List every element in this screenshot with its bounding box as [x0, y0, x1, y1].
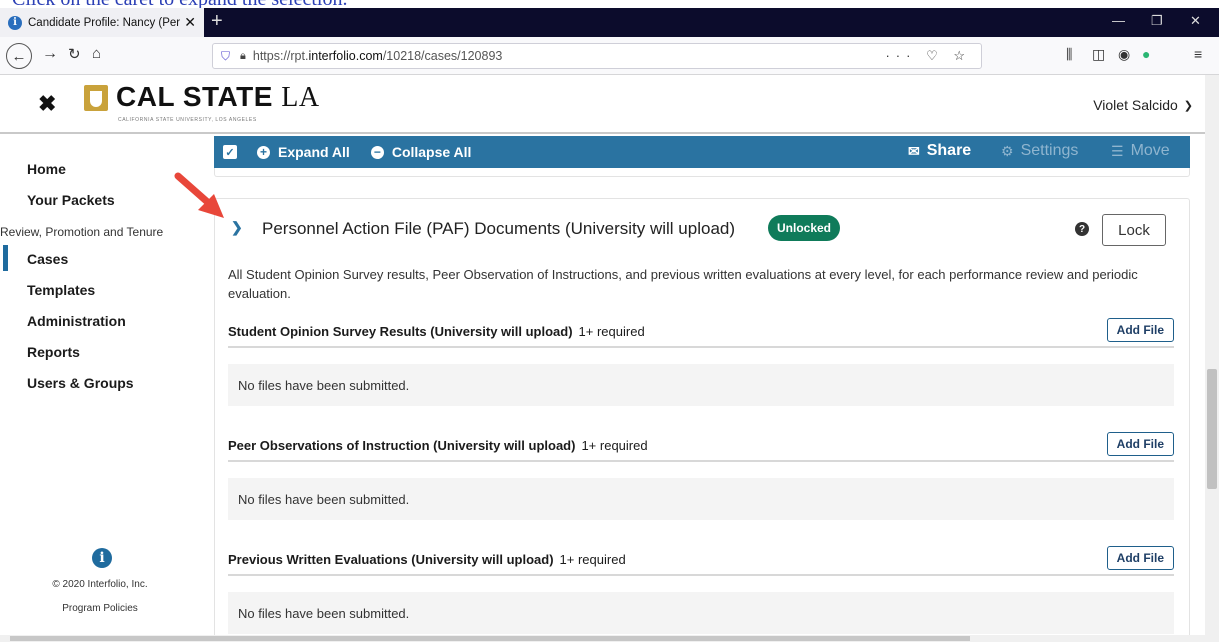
vertical-scrollbar[interactable]: [1205, 75, 1219, 642]
extension-icon[interactable]: ●: [1142, 46, 1150, 62]
previous-card-edge: [214, 168, 1190, 177]
add-file-button[interactable]: Add File: [1106, 318, 1174, 342]
plus-circle-icon: +: [257, 145, 270, 159]
subsection-title: Student Opinion Survey Results (Universi…: [228, 324, 645, 339]
gears-icon: ⚙: [1001, 142, 1014, 159]
share-label: Share: [926, 142, 972, 159]
lock-button[interactable]: Lock: [1102, 214, 1166, 246]
collapse-all-label: Collapse All: [391, 144, 472, 160]
logo-subtitle: CALIFORNIA STATE UNIVERSITY, LOS ANGELES: [118, 117, 257, 123]
move-button[interactable]: ☰ Move: [1111, 142, 1170, 160]
chevron-down-icon: ❯: [1183, 99, 1193, 112]
empty-files-message: No files have been submitted.: [228, 592, 1174, 634]
logo-name: CAL STATE LA: [116, 81, 320, 113]
horizontal-scroll-thumb[interactable]: [10, 636, 970, 641]
caption-text: Click on the caret to expand the selecti…: [12, 0, 347, 8]
user-name: Violet Salcido: [1093, 97, 1178, 113]
select-all-checkbox[interactable]: ✓: [223, 145, 237, 159]
sidebar-item-reports[interactable]: Reports: [27, 344, 80, 360]
sidebar-item-administration[interactable]: Administration: [27, 313, 126, 329]
program-policies-link[interactable]: Program Policies: [0, 603, 200, 614]
subsection-header-student-opinion: Student Opinion Survey Results (Universi…: [228, 318, 1174, 348]
home-icon[interactable]: ⌂: [92, 45, 101, 62]
browser-tab[interactable]: i Candidate Profile: Nancy (Perfo ✕: [0, 8, 204, 37]
case-toolbar: ✓ + Expand All − Collapse All ✉ Share ⚙ …: [214, 136, 1190, 168]
subsection-title: Previous Written Evaluations (University…: [228, 552, 626, 567]
add-file-button[interactable]: Add File: [1106, 546, 1174, 570]
empty-files-message: No files have been submitted.: [228, 364, 1174, 406]
help-icon[interactable]: ?: [1075, 222, 1089, 236]
restore-icon[interactable]: ❐: [1151, 13, 1163, 29]
active-indicator: [3, 245, 8, 271]
mail-icon: ✉: [908, 142, 920, 159]
share-button[interactable]: ✉ Share: [908, 142, 971, 160]
copyright-text: © 2020 Interfolio, Inc.: [52, 579, 148, 590]
browser-nav-bar: ← → ↻ ⌂ ⛉ 🔒︎ https://rpt.interfolio.com/…: [0, 37, 1219, 75]
vertical-scroll-thumb[interactable]: [1207, 369, 1217, 489]
settings-label: Settings: [1020, 142, 1079, 159]
close-tab-icon[interactable]: ✕: [184, 14, 196, 31]
collapse-all-button[interactable]: − Collapse All: [370, 144, 472, 160]
back-icon[interactable]: ←: [6, 43, 32, 69]
account-icon[interactable]: ◉: [1118, 46, 1130, 63]
browser-tab-bar: i Candidate Profile: Nancy (Perfo ✕ + — …: [0, 8, 1219, 37]
section-title: Personnel Action File (PAF) Documents (U…: [262, 219, 736, 238]
screen: Click on the caret to expand the selecti…: [0, 0, 1219, 642]
expand-all-button[interactable]: + Expand All: [257, 144, 350, 160]
minus-circle-icon: −: [370, 145, 384, 159]
sidebar-item-templates[interactable]: Templates: [27, 282, 95, 298]
sidebar-item-users-groups[interactable]: Users & Groups: [27, 375, 134, 391]
close-icon[interactable]: ✖: [38, 91, 56, 117]
sidebar-item-cases[interactable]: Cases: [27, 251, 68, 267]
page-actions[interactable]: ··· ♡ ☆: [885, 48, 971, 64]
sidebar-icon[interactable]: ◫: [1092, 46, 1105, 63]
status-badge: Unlocked: [768, 215, 841, 241]
list-icon: ☰: [1111, 142, 1124, 159]
section-description: All Student Opinion Survey results, Peer…: [228, 267, 1138, 301]
info-icon[interactable]: i: [92, 548, 112, 568]
library-icon[interactable]: ⫼: [1066, 46, 1072, 63]
shield-icon[interactable]: ⛉: [221, 49, 230, 64]
forward-icon[interactable]: →: [42, 45, 58, 63]
close-window-icon[interactable]: ✕: [1190, 13, 1201, 29]
empty-files-message: No files have been submitted.: [228, 478, 1174, 520]
tab-title: Candidate Profile: Nancy (Perfo: [28, 16, 181, 29]
info-icon: i: [8, 15, 22, 30]
logo-emblem-icon: [84, 85, 108, 111]
subsection-header-peer-observations: Peer Observations of Instruction (Univer…: [228, 432, 1174, 462]
url-bar[interactable]: ⛉ 🔒︎ https://rpt.interfolio.com/10218/ca…: [212, 43, 982, 69]
horizontal-scrollbar[interactable]: [0, 635, 1205, 642]
settings-button[interactable]: ⚙ Settings: [1001, 142, 1078, 160]
url-text: https://rpt.interfolio.com/10218/cases/1…: [252, 49, 503, 63]
new-tab-button[interactable]: +: [211, 10, 223, 33]
menu-icon[interactable]: ≡: [1194, 46, 1202, 62]
instruction-caption: Click on the caret to expand the selecti…: [0, 0, 1219, 8]
sidebar-section-rpt: Review, Promotion and Tenure: [0, 225, 164, 239]
cal-state-la-logo: CAL STATE LA CALIFORNIA STATE UNIVERSITY…: [84, 81, 319, 128]
minimize-icon[interactable]: —: [1112, 13, 1125, 28]
app-header: ✖ CAL STATE LA CALIFORNIA STATE UNIVERSI…: [0, 75, 1205, 134]
subsection-header-previous-evaluations: Previous Written Evaluations (University…: [228, 546, 1174, 576]
move-label: Move: [1130, 142, 1170, 159]
paf-documents-section: ❯ Personnel Action File (PAF) Documents …: [214, 198, 1190, 642]
lock-icon[interactable]: 🔒︎: [240, 50, 246, 63]
user-menu[interactable]: Violet Salcido ❯: [1093, 97, 1193, 113]
reload-icon[interactable]: ↻: [68, 45, 81, 63]
sidebar-item-your-packets[interactable]: Your Packets: [27, 192, 115, 208]
red-arrow-annotation: [174, 172, 224, 218]
sidebar-item-home[interactable]: Home: [27, 161, 66, 177]
subsection-title: Peer Observations of Instruction (Univer…: [228, 438, 648, 453]
expand-all-label: Expand All: [278, 144, 350, 160]
add-file-button[interactable]: Add File: [1106, 432, 1174, 456]
